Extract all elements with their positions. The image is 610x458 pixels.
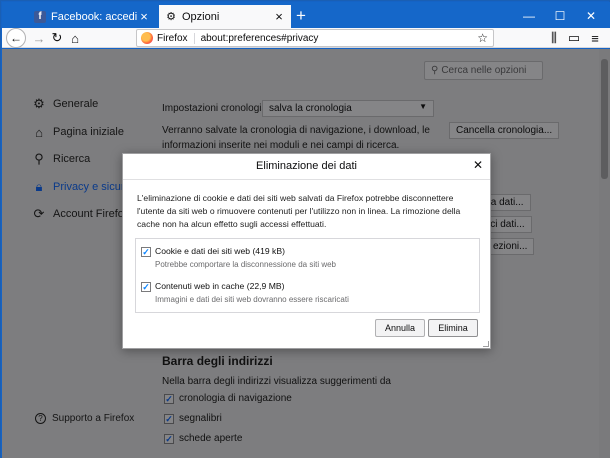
cache-label: Contenuti web in cache (22,9 MB) <box>155 281 285 291</box>
history-label: Impostazioni cronologia: <box>162 103 270 114</box>
search-placeholder: Cerca nelle opzioni <box>441 65 527 76</box>
close-tab-icon[interactable]: × <box>273 10 285 23</box>
address-bar-section-title: Barra degli indirizzi <box>162 354 273 368</box>
bookmark-star-icon[interactable]: ☆ <box>477 31 488 45</box>
browser-window: f Facebook: accedi o iscriviti × ⚙ Opzio… <box>0 0 610 458</box>
cache-checkbox[interactable]: ✓ <box>141 282 151 292</box>
cancel-button[interactable]: Annulla <box>375 319 425 337</box>
close-icon[interactable]: ✕ <box>472 159 484 171</box>
cookies-label: Cookie e dati dei siti web (419 kB) <box>155 246 285 256</box>
firefox-icon <box>141 32 153 44</box>
search-options-input[interactable]: ⚲ Cerca nelle opzioni <box>424 61 543 80</box>
resize-grip-icon[interactable] <box>483 341 489 347</box>
tab-bar: f Facebook: accedi o iscriviti × ⚙ Opzio… <box>2 2 610 28</box>
navigation-bar: ← → ↻ ⌂ Firefox about:preferences#privac… <box>2 28 610 48</box>
search-icon: ⚲ <box>34 151 44 166</box>
divider <box>123 179 490 180</box>
options-group: ✓ Cookie e dati dei siti web (419 kB) Po… <box>135 238 480 313</box>
gear-icon: ⚙ <box>166 11 176 23</box>
maximize-button[interactable]: ☐ <box>545 6 575 26</box>
url-bar[interactable]: Firefox about:preferences#privacy ☆ <box>136 29 494 47</box>
search-icon: ⚲ <box>431 65 439 76</box>
gear-icon: ⚙ <box>33 96 45 111</box>
cache-sublabel: Immagini e dati dei siti web dovranno es… <box>155 295 349 304</box>
scrollbar-thumb[interactable] <box>601 59 608 179</box>
address-bar-desc: Nella barra degli indirizzi visualizza s… <box>162 376 391 387</box>
close-tab-icon[interactable]: × <box>138 10 150 23</box>
menu-icon[interactable]: ≡ <box>586 29 604 47</box>
reload-button[interactable]: ↻ <box>48 29 66 47</box>
facebook-icon: f <box>34 10 46 23</box>
tabs-suggest-checkbox[interactable]: ✓ <box>164 434 174 444</box>
bookmarks-suggest-label: segnalibri <box>179 413 222 424</box>
tab-facebook[interactable]: f Facebook: accedi o iscriviti × <box>28 5 156 28</box>
history-select-value: salva la cronologia <box>269 103 352 114</box>
new-tab-button[interactable]: + <box>292 5 310 27</box>
forward-button[interactable]: → <box>30 29 48 47</box>
tab-label: Opzioni <box>182 10 220 23</box>
sidebar-item-home[interactable]: ⌂ Pagina iniziale <box>32 122 124 142</box>
sidebar-item-label: Ricerca <box>53 153 91 165</box>
dialog-title: Eliminazione dei dati <box>256 160 357 172</box>
home-button[interactable]: ⌂ <box>66 29 84 47</box>
clear-data-dialog: Eliminazione dei dati ✕ L'eliminazione d… <box>122 153 491 349</box>
cookies-sublabel: Potrebbe comportare la disconnessione da… <box>155 260 336 269</box>
delete-button[interactable]: Elimina <box>428 319 478 337</box>
chevron-down-icon: ▼ <box>419 102 427 111</box>
sidebar-item-label: Pagina iniziale <box>53 126 124 138</box>
sidebar-item-general[interactable]: ⚙ Generale <box>32 94 98 114</box>
bookmarks-suggest-checkbox[interactable]: ✓ <box>164 414 174 424</box>
sidebar-item-sync[interactable]: ⟳ Account Firefox <box>32 204 130 224</box>
url-text[interactable]: about:preferences#privacy <box>201 33 478 44</box>
tab-label: Facebook: accedi o iscriviti <box>51 10 138 23</box>
sync-icon: ⟳ <box>33 206 45 221</box>
sidebar-item-search[interactable]: ⚲ Ricerca <box>32 149 90 169</box>
sidebar-item-label: Generale <box>53 98 99 110</box>
history-desc-line1: Verranno salvate la cronologia di naviga… <box>162 125 430 136</box>
back-button[interactable]: ← <box>6 28 26 48</box>
sidebar-icon[interactable]: ▭ <box>565 29 583 47</box>
cookies-checkbox[interactable]: ✓ <box>141 247 151 257</box>
history-select[interactable]: salva la cronologia ▼ <box>262 100 434 117</box>
library-icon[interactable]: ⫼ <box>545 29 563 47</box>
home-icon: ⌂ <box>35 124 43 140</box>
scrollbar[interactable] <box>599 49 610 458</box>
dialog-body: L'eliminazione di cookie e dati dei siti… <box>137 193 461 229</box>
support-label: Supporto a Firefox <box>52 413 135 424</box>
history-suggest-label: cronologia di navigazione <box>179 393 292 404</box>
clear-history-button[interactable]: Cancella cronologia... <box>449 122 560 139</box>
tabs-suggest-label: schede aperte <box>179 433 243 444</box>
history-suggest-checkbox[interactable]: ✓ <box>164 394 174 404</box>
identity-label: Firefox <box>157 32 195 44</box>
close-window-button[interactable]: ✕ <box>576 6 606 26</box>
exceptions-button[interactable]: ezioni... <box>487 238 535 255</box>
lock-icon: 🔒︎ <box>35 179 43 194</box>
help-icon: ? <box>35 413 46 424</box>
tab-options[interactable]: ⚙ Opzioni × <box>159 5 291 28</box>
minimize-button[interactable]: — <box>514 6 544 26</box>
history-desc-line2: informazioni inserite nei moduli e nei c… <box>162 140 400 151</box>
sidebar-item-label: Account Firefox <box>53 208 130 220</box>
support-link[interactable]: ? Supporto a Firefox <box>35 413 134 424</box>
